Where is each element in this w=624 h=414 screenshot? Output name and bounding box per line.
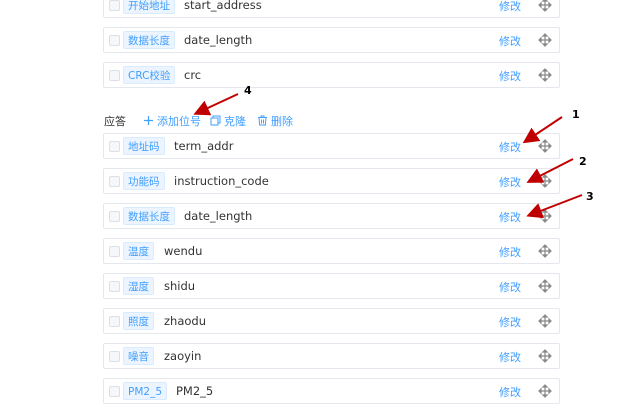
arrow-4	[193, 93, 239, 116]
annotation-number-2: 2	[579, 155, 587, 168]
annotation-number-4: 4	[244, 84, 252, 97]
arrow-1	[522, 116, 563, 144]
arrow-3	[526, 194, 583, 219]
annotation-number-3: 3	[586, 190, 594, 203]
annotation-arrows	[193, 93, 583, 219]
annotation-number-1: 1	[572, 108, 580, 121]
arrow-2	[526, 158, 574, 183]
